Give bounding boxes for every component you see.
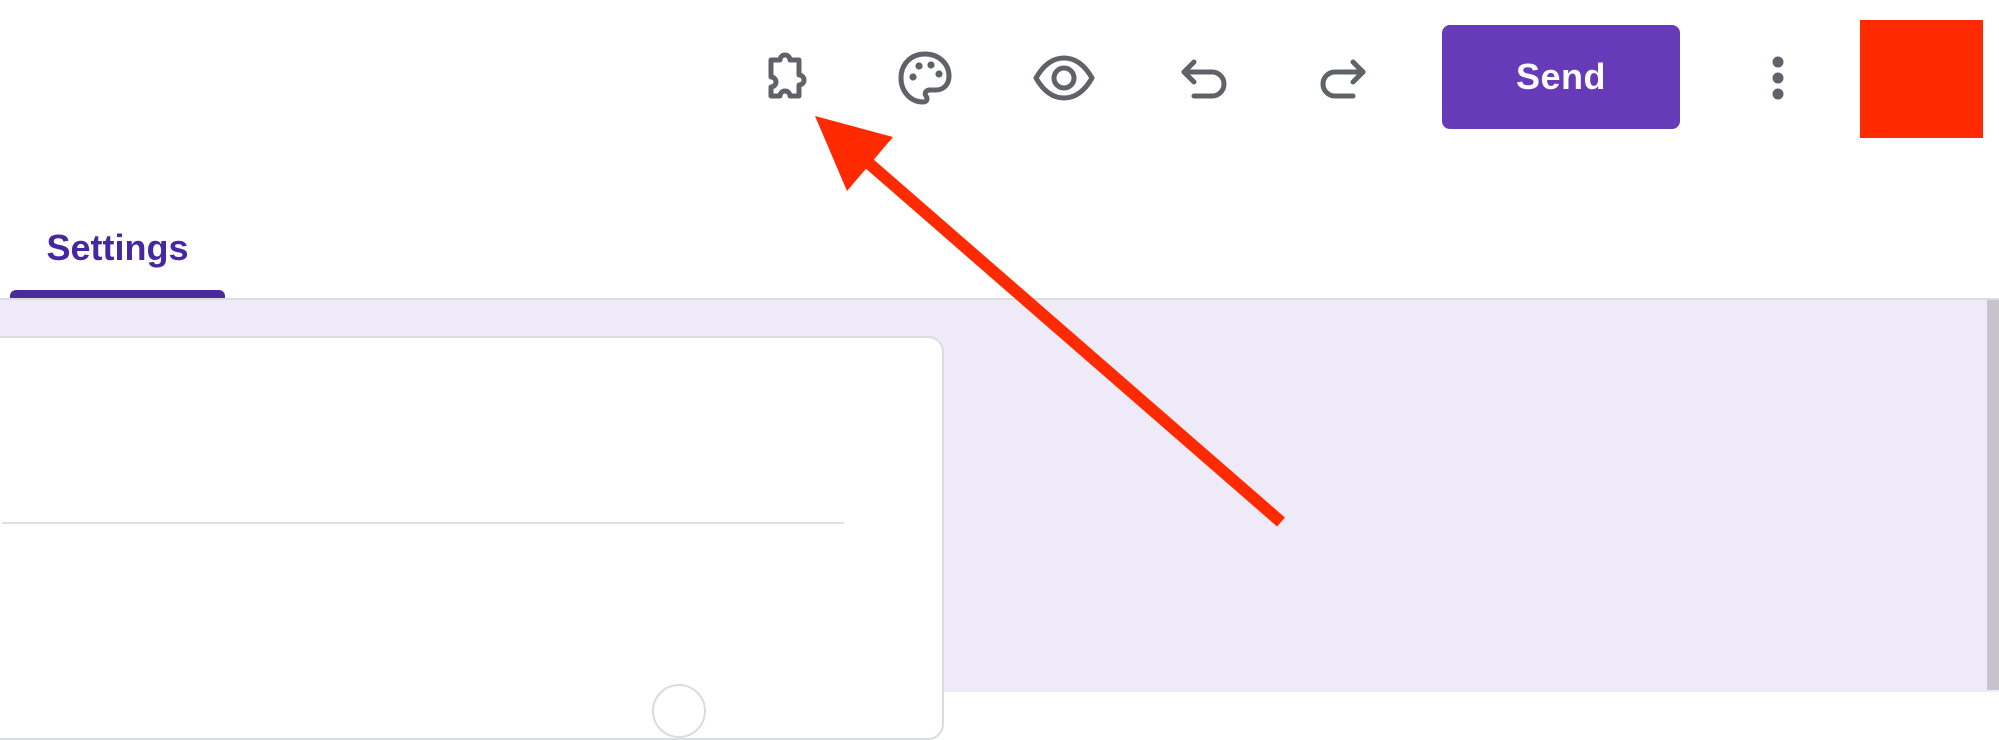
card-divider <box>2 522 844 524</box>
scrollbar[interactable] <box>1987 300 1999 690</box>
undo-icon <box>1181 59 1227 99</box>
palette-icon <box>898 51 952 105</box>
addons-button[interactable] <box>745 38 825 118</box>
account-avatar-redacted[interactable] <box>1860 20 1983 138</box>
more-options-button[interactable] <box>1754 38 1802 118</box>
eye-icon <box>1033 55 1095 101</box>
form-tabs: Settings <box>0 170 1999 300</box>
redo-icon <box>1320 59 1366 99</box>
send-button[interactable]: Send <box>1442 25 1680 129</box>
top-toolbar: Send <box>0 0 1999 170</box>
form-content-area <box>0 298 1999 740</box>
undo-button[interactable] <box>1164 38 1244 118</box>
preview-button[interactable] <box>1024 38 1104 118</box>
more-vert-icon <box>1772 56 1784 100</box>
form-card <box>0 336 944 740</box>
tab-settings[interactable]: Settings <box>10 218 225 278</box>
card-circle-control[interactable] <box>652 684 706 738</box>
redo-button[interactable] <box>1303 38 1383 118</box>
puzzle-icon <box>768 52 807 99</box>
customize-theme-button[interactable] <box>885 38 965 118</box>
